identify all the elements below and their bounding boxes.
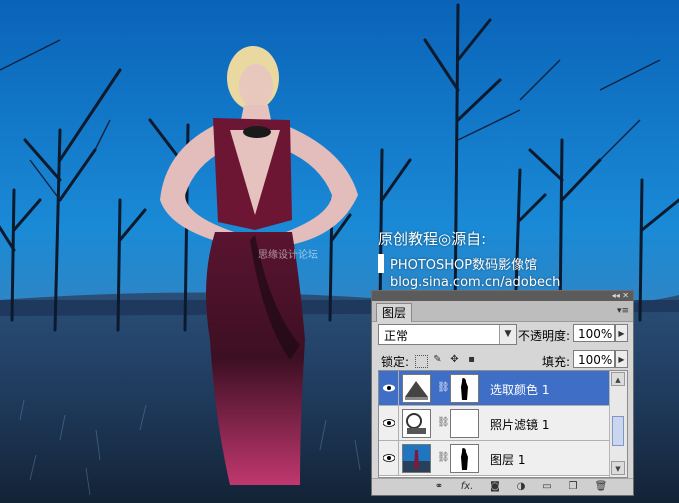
new-layer-icon[interactable]: ❐	[566, 481, 580, 493]
scroll-thumb[interactable]	[612, 416, 624, 446]
layers-scrollbar[interactable]: ▲ ▼	[609, 371, 627, 477]
layers-bottom-toolbar: ⚭ fx. ◙ ◑ ▭ ❐ 🗑	[372, 478, 633, 495]
layer-image-thumbnail	[402, 444, 431, 473]
visibility-eye-icon[interactable]	[379, 441, 399, 475]
opacity-label: 不透明度:	[518, 329, 571, 343]
blend-mode-value: 正常	[384, 329, 409, 343]
layer-row-layer-1[interactable]: ⛓ 图层 1	[379, 441, 609, 476]
fill-slider-button[interactable]: ▶	[615, 350, 628, 368]
watermark-line-2: PHOTOSHOP数码影像馆	[378, 254, 560, 273]
watermark-line-1: 原创教程◎源自:	[378, 230, 487, 248]
visibility-eye-icon[interactable]	[379, 406, 399, 440]
fill-field[interactable]: 100%	[573, 350, 615, 368]
layer-mask-thumbnail[interactable]	[450, 444, 479, 473]
panel-menu-icon[interactable]: ▾≡	[617, 306, 629, 316]
layers-panel: ◂◂ ✕ 图层 ▾≡ 正常 ▼ 不透明度: 100% ▶ 锁定: ✎ ✥ ▪ 填…	[371, 290, 634, 496]
mask-link-icon[interactable]: ⛓	[437, 417, 450, 428]
chevron-down-icon[interactable]: ▼	[499, 325, 516, 344]
layer-row-selective-color[interactable]: ⛓ 选取颜色 1	[379, 371, 609, 406]
layer-mask-thumbnail[interactable]	[450, 409, 479, 438]
source-watermark: 原创教程◎源自: PHOTOSHOP数码影像馆 blog.sina.com.cn…	[378, 228, 560, 290]
mask-link-icon[interactable]: ⛓	[437, 452, 450, 463]
link-icon[interactable]: ⚭	[432, 481, 446, 493]
layer-mask-thumbnail[interactable]	[450, 374, 479, 403]
fill-label: 填充:	[542, 355, 571, 369]
layer-name: 选取颜色 1	[490, 383, 550, 397]
lock-position-move-icon[interactable]: ✥	[449, 354, 460, 365]
scroll-down-icon[interactable]: ▼	[611, 461, 625, 475]
photo-filter-adjustment-icon	[402, 409, 431, 438]
collapse-close-icon[interactable]: ◂◂ ✕	[612, 291, 629, 301]
faint-watermark: 思缘设计论坛	[258, 250, 318, 261]
trash-icon[interactable]: 🗑	[594, 481, 608, 493]
lock-transparency-icon[interactable]	[415, 355, 428, 368]
panel-tab-row: 图层 ▾≡	[372, 301, 633, 322]
tab-layers[interactable]: 图层	[376, 303, 413, 322]
mask-icon[interactable]: ◙	[488, 481, 502, 493]
blend-mode-select[interactable]: 正常 ▼	[378, 324, 517, 345]
watermark-line-3: blog.sina.com.cn/adobech	[390, 275, 561, 290]
scroll-up-icon[interactable]: ▲	[611, 372, 625, 386]
lock-label: 锁定:	[381, 355, 410, 369]
layers-list: ⛓ 选取颜色 1 ⛓ 照片滤镜 1 ⛓ 图层 1 ▲ ▼	[378, 370, 628, 478]
opacity-slider-button[interactable]: ▶	[615, 324, 628, 342]
lock-all-padlock-icon[interactable]: ▪	[466, 354, 477, 365]
layer-name: 照片滤镜 1	[490, 418, 550, 432]
fx-icon[interactable]: fx.	[458, 481, 476, 493]
visibility-eye-icon[interactable]	[379, 371, 399, 405]
lock-image-brush-icon[interactable]: ✎	[432, 354, 443, 365]
panel-titlebar[interactable]: ◂◂ ✕	[372, 291, 633, 301]
group-folder-icon[interactable]: ▭	[540, 481, 554, 493]
adjustment-icon[interactable]: ◑	[514, 481, 528, 493]
selective-color-adjustment-icon	[402, 374, 431, 403]
mask-link-icon[interactable]: ⛓	[437, 382, 450, 393]
opacity-field[interactable]: 100%	[573, 324, 615, 342]
layer-name: 图层 1	[490, 453, 526, 467]
layer-row-photo-filter[interactable]: ⛓ 照片滤镜 1	[379, 406, 609, 441]
